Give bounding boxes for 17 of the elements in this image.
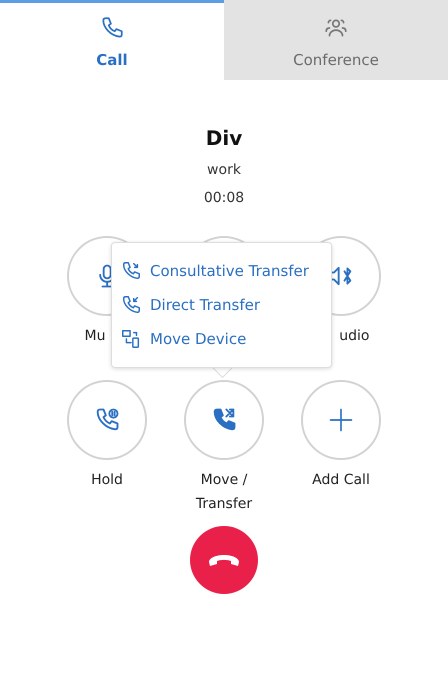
menu-item[interactable]: Consultative Transfer bbox=[120, 260, 331, 282]
menu-item[interactable]: Move Device bbox=[120, 328, 331, 350]
hang-up-icon bbox=[207, 552, 241, 568]
tab[interactable]: Conference bbox=[224, 0, 448, 80]
menu-item[interactable]: Direct Transfer bbox=[120, 294, 331, 316]
control-label: Mu bbox=[84, 327, 106, 346]
call-duration: 00:08 bbox=[204, 190, 244, 206]
devices-icon bbox=[120, 328, 142, 350]
phone-arrow-icon bbox=[120, 294, 142, 316]
phone-arrow-icon bbox=[120, 260, 142, 282]
control-label: Add Call bbox=[312, 471, 370, 490]
control-label: Hold bbox=[91, 471, 123, 490]
caller-name: Div bbox=[206, 126, 242, 150]
control-label: Move / Transfer bbox=[194, 471, 254, 514]
caller-number-type: work bbox=[207, 162, 241, 178]
control-label: udio bbox=[339, 327, 370, 346]
plus-icon bbox=[327, 406, 355, 434]
